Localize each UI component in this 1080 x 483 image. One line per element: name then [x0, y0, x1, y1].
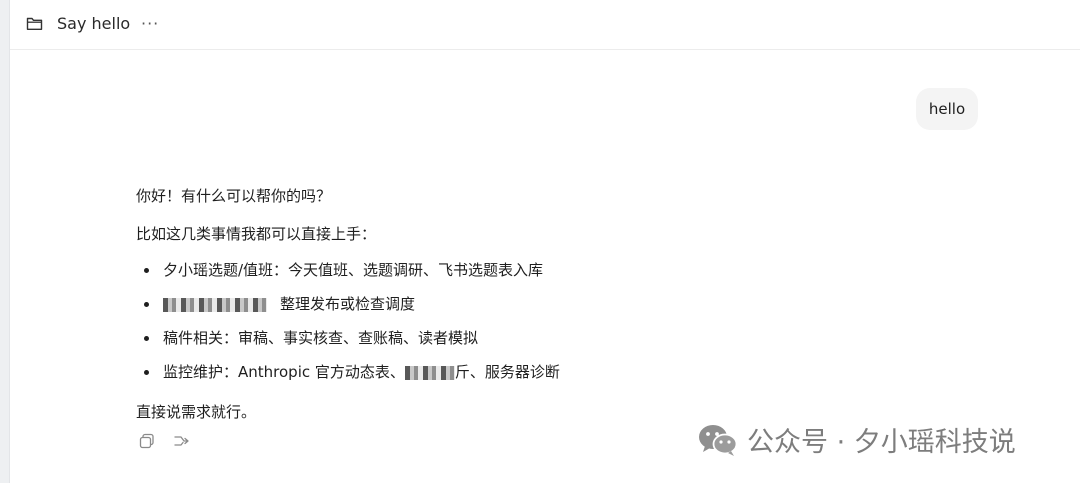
chat-header: Say hello ··· [10, 0, 1080, 50]
chat-title[interactable]: Say hello [57, 13, 130, 35]
user-message-bubble: hello [916, 88, 978, 130]
retry-icon[interactable] [172, 432, 190, 450]
bullet-item: 稿件相关：审稿、事实核查、查账稿、读者模拟 [136, 326, 560, 360]
assistant-intro: 比如这几类事情我都可以直接上手： [136, 225, 377, 243]
bullet-text-suffix: 斤、服务器诊断 [454, 363, 560, 381]
bullet-text: 夕小瑶选题/值班：今天值班、选题调研、飞书选题表入库 [163, 261, 544, 279]
sidebar-edge [0, 0, 10, 483]
assistant-greeting: 你好！有什么可以帮你的吗？ [136, 187, 332, 205]
assistant-closing: 直接说需求就行。 [136, 403, 257, 421]
copy-icon[interactable] [138, 432, 156, 450]
assistant-bullet-list: 夕小瑶选题/值班：今天值班、选题调研、飞书选题表入库 整理发布或检查调度 稿件相… [136, 258, 560, 394]
watermark: 公众号 · 夕小瑶科技说 [697, 420, 1016, 459]
bullet-text: 整理发布或检查调度 [280, 295, 416, 313]
watermark-text: 公众号 · 夕小瑶科技说 [747, 427, 1016, 458]
redacted-block [163, 297, 267, 312]
bullet-text: 稿件相关：审稿、事实核查、查账稿、读者模拟 [163, 329, 479, 347]
wechat-icon [699, 424, 738, 456]
bullet-item: 夕小瑶选题/值班：今天值班、选题调研、飞书选题表入库 [136, 258, 560, 292]
folder-icon[interactable] [26, 15, 43, 32]
bullet-item: 监控维护：Anthropic 官方动态表、 斤、服务器诊断 [136, 360, 560, 394]
more-icon[interactable]: ··· [141, 14, 159, 33]
redacted-block [404, 365, 455, 380]
bullet-item: 整理发布或检查调度 [136, 292, 560, 326]
message-actions [138, 432, 190, 450]
bullet-text-prefix: 监控维护：Anthropic 官方动态表、 [163, 363, 405, 381]
